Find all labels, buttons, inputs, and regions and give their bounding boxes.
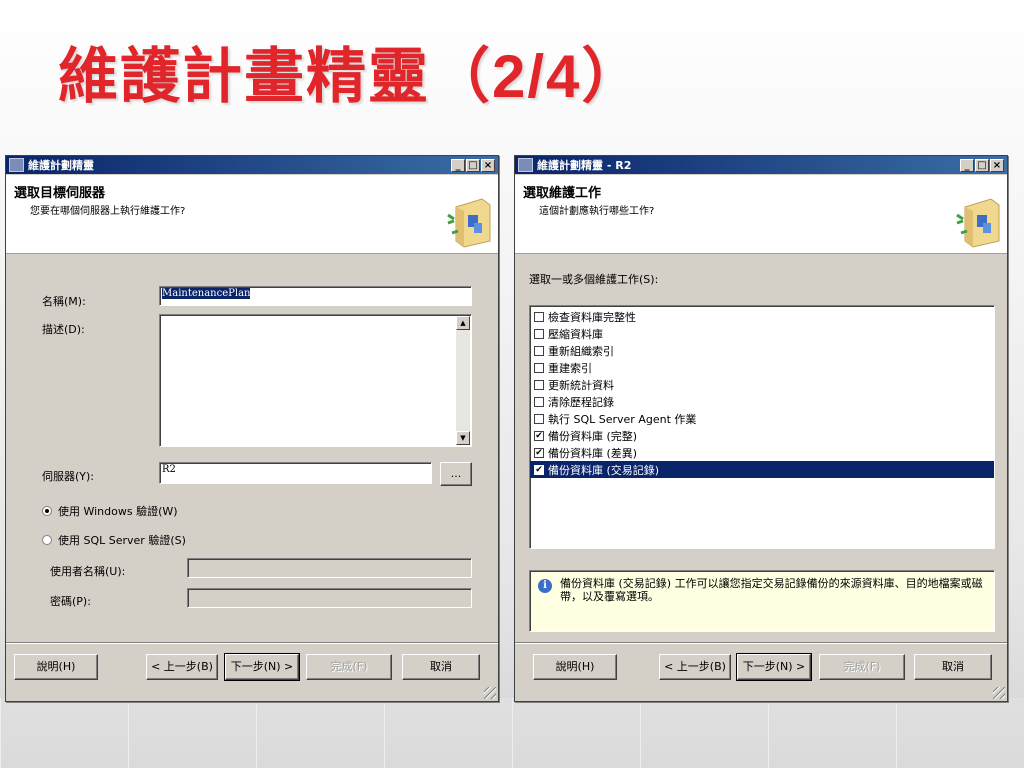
checkbox-unchecked-icon[interactable] <box>534 379 544 390</box>
radio-unselected-icon[interactable] <box>42 535 52 545</box>
task-label: 重建索引 <box>548 361 592 375</box>
back-button[interactable]: < 上一步(B) <box>146 654 218 680</box>
task-item[interactable]: ✔ 備份資料庫 (交易記錄) <box>530 461 994 478</box>
task-label: 備份資料庫 (交易記錄) <box>548 463 660 477</box>
username-label: 使用者名稱(U): <box>50 565 126 578</box>
minimize-button[interactable]: _ <box>960 158 974 172</box>
header-subtitle: 您要在哪個伺服器上執行維護工作? <box>30 206 186 217</box>
background-tiles <box>0 698 1024 768</box>
task-label: 更新統計資料 <box>548 378 614 392</box>
name-value: MaintenancePlan <box>162 288 251 299</box>
description-scrollbar[interactable]: ▲ ▼ <box>456 316 470 445</box>
next-button[interactable]: 下一步(N) > <box>224 653 300 681</box>
password-label: 密碼(P): <box>50 595 91 608</box>
description-label: 描述(D): <box>42 323 85 336</box>
resize-grip[interactable] <box>484 687 496 699</box>
task-item[interactable]: 重建索引 <box>530 359 994 376</box>
task-info-text: 備份資料庫 (交易記錄) 工作可以讓您指定交易記錄備份的來源資料庫、目的地檔案或… <box>560 577 983 603</box>
username-input[interactable] <box>187 558 472 578</box>
browse-server-button[interactable]: ... <box>440 462 472 486</box>
password-input[interactable] <box>187 588 472 608</box>
scroll-up-icon[interactable]: ▲ <box>456 316 470 330</box>
minimize-button[interactable]: _ <box>451 158 465 172</box>
checkbox-unchecked-icon[interactable] <box>534 311 544 322</box>
footer-separator <box>6 642 498 644</box>
footer-separator <box>515 642 1007 644</box>
app-icon <box>518 158 533 172</box>
task-label: 執行 SQL Server Agent 作業 <box>548 412 697 426</box>
task-list[interactable]: 檢查資料庫完整性 壓縮資料庫重新組織索引 重建索引更新統計資料 清除歷程記錄執行 SQ… <box>529 305 995 549</box>
scroll-down-icon[interactable]: ▼ <box>456 431 470 445</box>
close-button[interactable]: × <box>990 158 1004 172</box>
maximize-button[interactable]: □ <box>466 158 480 172</box>
name-input[interactable]: MaintenancePlan <box>159 286 472 306</box>
window-title: 維護計劃精靈 - R2 <box>537 159 632 172</box>
task-item[interactable]: 清除歷程記錄 <box>530 393 994 410</box>
server-label: 伺服器(Y): <box>42 470 95 483</box>
task-label: 備份資料庫 (差異) <box>548 446 638 460</box>
checkbox-unchecked-icon[interactable] <box>534 396 544 407</box>
header-title: 選取維護工作 <box>523 186 602 201</box>
radio-selected-icon[interactable] <box>42 506 52 516</box>
finish-button[interactable]: 完成(F) <box>819 654 905 680</box>
wizard-header: 選取維護工作 這個計劃應執行哪些工作? <box>515 175 1007 254</box>
task-label: 壓縮資料庫 <box>548 327 603 341</box>
checkbox-checked-icon[interactable]: ✔ <box>534 430 544 441</box>
back-button[interactable]: < 上一步(B) <box>659 654 731 680</box>
maximize-button[interactable]: □ <box>975 158 989 172</box>
name-label: 名稱(M): <box>42 295 86 308</box>
slide-title: 維護計畫精靈（2/4） <box>58 42 644 112</box>
checkbox-checked-icon[interactable]: ✔ <box>534 447 544 458</box>
help-button[interactable]: 說明(H) <box>14 654 98 680</box>
task-item[interactable]: 重新組織索引 <box>530 342 994 359</box>
checkbox-unchecked-icon[interactable] <box>534 328 544 339</box>
task-item[interactable]: ✔ 備份資料庫 (完整) <box>530 427 994 444</box>
task-item[interactable]: ✔ 備份資料庫 (差異) <box>530 444 994 461</box>
right-titlebar: 維護計劃精靈 - R2 _ □ × <box>515 156 1007 174</box>
task-label: 清除歷程記錄 <box>548 395 614 409</box>
task-item[interactable]: 更新統計資料 <box>530 376 994 393</box>
auth-windows-option[interactable]: 使用 Windows 驗證(W) <box>42 503 178 519</box>
header-subtitle: 這個計劃應執行哪些工作? <box>539 206 655 217</box>
info-icon: i <box>538 579 552 593</box>
cancel-button[interactable]: 取消 <box>914 654 992 680</box>
header-title: 選取目標伺服器 <box>14 186 106 201</box>
task-item[interactable]: 壓縮資料庫 <box>530 325 994 342</box>
task-label: 重新組織索引 <box>548 344 614 358</box>
checkbox-unchecked-icon[interactable] <box>534 362 544 373</box>
left-wizard-window: 維護計劃精靈 _ □ × 選取目標伺服器 您要在哪個伺服器上執行維護工作? 名稱… <box>5 155 499 702</box>
wizard-folder-icon <box>956 198 1000 248</box>
next-button[interactable]: 下一步(N) > <box>736 653 812 681</box>
auth-sql-label: 使用 SQL Server 驗證(S) <box>58 534 186 547</box>
resize-grip[interactable] <box>993 687 1005 699</box>
auth-sql-option[interactable]: 使用 SQL Server 驗證(S) <box>42 532 186 548</box>
help-button[interactable]: 說明(H) <box>533 654 617 680</box>
server-input[interactable]: R2 <box>159 462 432 484</box>
wizard-header: 選取目標伺服器 您要在哪個伺服器上執行維護工作? <box>6 175 498 254</box>
checkbox-unchecked-icon[interactable] <box>534 345 544 356</box>
task-info-box: i 備份資料庫 (交易記錄) 工作可以讓您指定交易記錄備份的來源資料庫、目的地檔… <box>529 570 995 632</box>
wizard-folder-icon <box>447 198 491 248</box>
task-label: 備份資料庫 (完整) <box>548 429 638 443</box>
task-label: 檢查資料庫完整性 <box>548 310 636 324</box>
task-item[interactable]: 執行 SQL Server Agent 作業 <box>530 410 994 427</box>
left-titlebar: 維護計劃精靈 _ □ × <box>6 156 498 174</box>
app-icon <box>9 158 24 172</box>
right-wizard-window: 維護計劃精靈 - R2 _ □ × 選取維護工作 這個計劃應執行哪些工作? 選取… <box>514 155 1008 702</box>
checkbox-checked-icon[interactable]: ✔ <box>534 464 544 475</box>
task-item[interactable]: 檢查資料庫完整性 <box>530 308 994 325</box>
cancel-button[interactable]: 取消 <box>402 654 480 680</box>
auth-windows-label: 使用 Windows 驗證(W) <box>58 505 178 518</box>
checkbox-unchecked-icon[interactable] <box>534 413 544 424</box>
finish-button[interactable]: 完成(F) <box>306 654 392 680</box>
task-list-label: 選取一或多個維護工作(S): <box>529 273 659 286</box>
description-textarea[interactable]: ▲ ▼ <box>159 314 472 447</box>
window-title: 維護計劃精靈 <box>28 159 94 172</box>
close-button[interactable]: × <box>481 158 495 172</box>
